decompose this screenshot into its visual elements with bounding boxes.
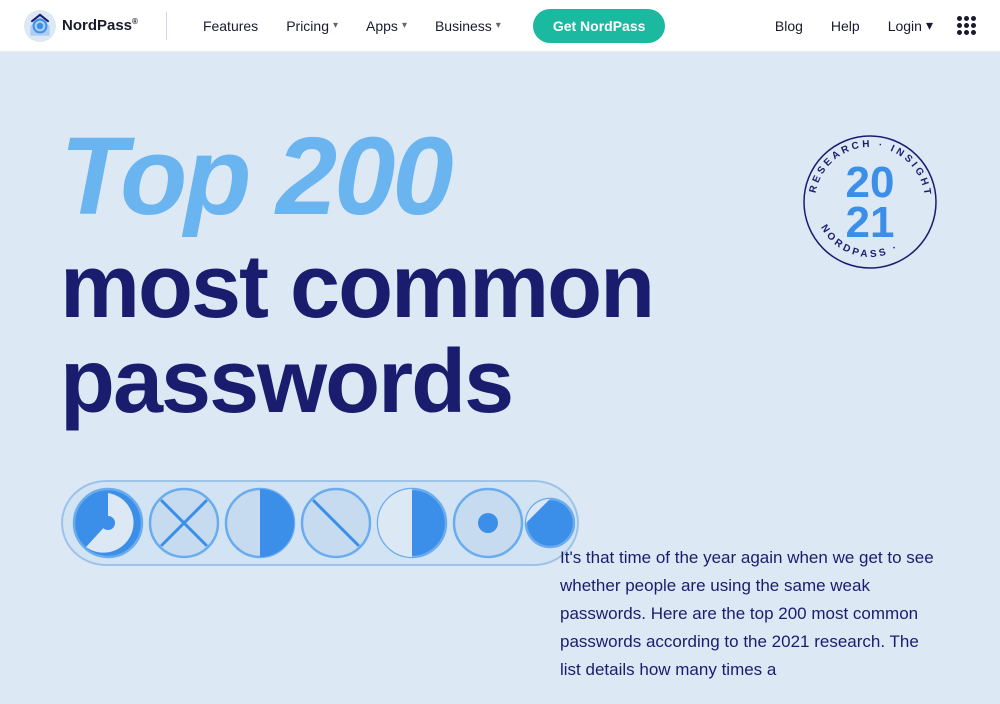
- description-text: It's that time of the year again when we…: [560, 544, 940, 684]
- nav-features[interactable]: Features: [191, 12, 270, 40]
- nav-right: Blog Help Login ▾: [763, 11, 976, 40]
- nav-help[interactable]: Help: [819, 12, 872, 40]
- login-chevron-icon: ▾: [926, 17, 933, 34]
- business-chevron-icon: ▾: [496, 20, 501, 31]
- logo-link[interactable]: NordPass®: [24, 10, 138, 42]
- pricing-chevron-icon: ▾: [333, 20, 338, 31]
- description-container: It's that time of the year again when we…: [560, 544, 940, 704]
- nav-business[interactable]: Business ▾: [423, 12, 513, 40]
- research-badge: RESEARCH · INSIGHTS · NORDPASS · 20 21: [800, 132, 940, 272]
- main-content: Top 200 most commonpasswords RESEARCH · …: [0, 52, 1000, 704]
- svg-text:21: 21: [846, 198, 895, 247]
- logo-text: NordPass®: [62, 17, 138, 34]
- get-nordpass-button[interactable]: Get NordPass: [533, 9, 666, 43]
- apps-grid-icon[interactable]: [957, 16, 976, 35]
- nav-links: Features Pricing ▾ Apps ▾ Business ▾ Get…: [191, 9, 763, 43]
- apps-chevron-icon: ▾: [402, 20, 407, 31]
- nav-pricing[interactable]: Pricing ▾: [274, 12, 350, 40]
- nav-login[interactable]: Login ▾: [876, 11, 945, 40]
- main-nav: NordPass® Features Pricing ▾ Apps ▾ Busi…: [0, 0, 1000, 52]
- nav-blog[interactable]: Blog: [763, 12, 815, 40]
- nav-divider: [166, 12, 167, 40]
- nav-apps[interactable]: Apps ▾: [354, 12, 419, 40]
